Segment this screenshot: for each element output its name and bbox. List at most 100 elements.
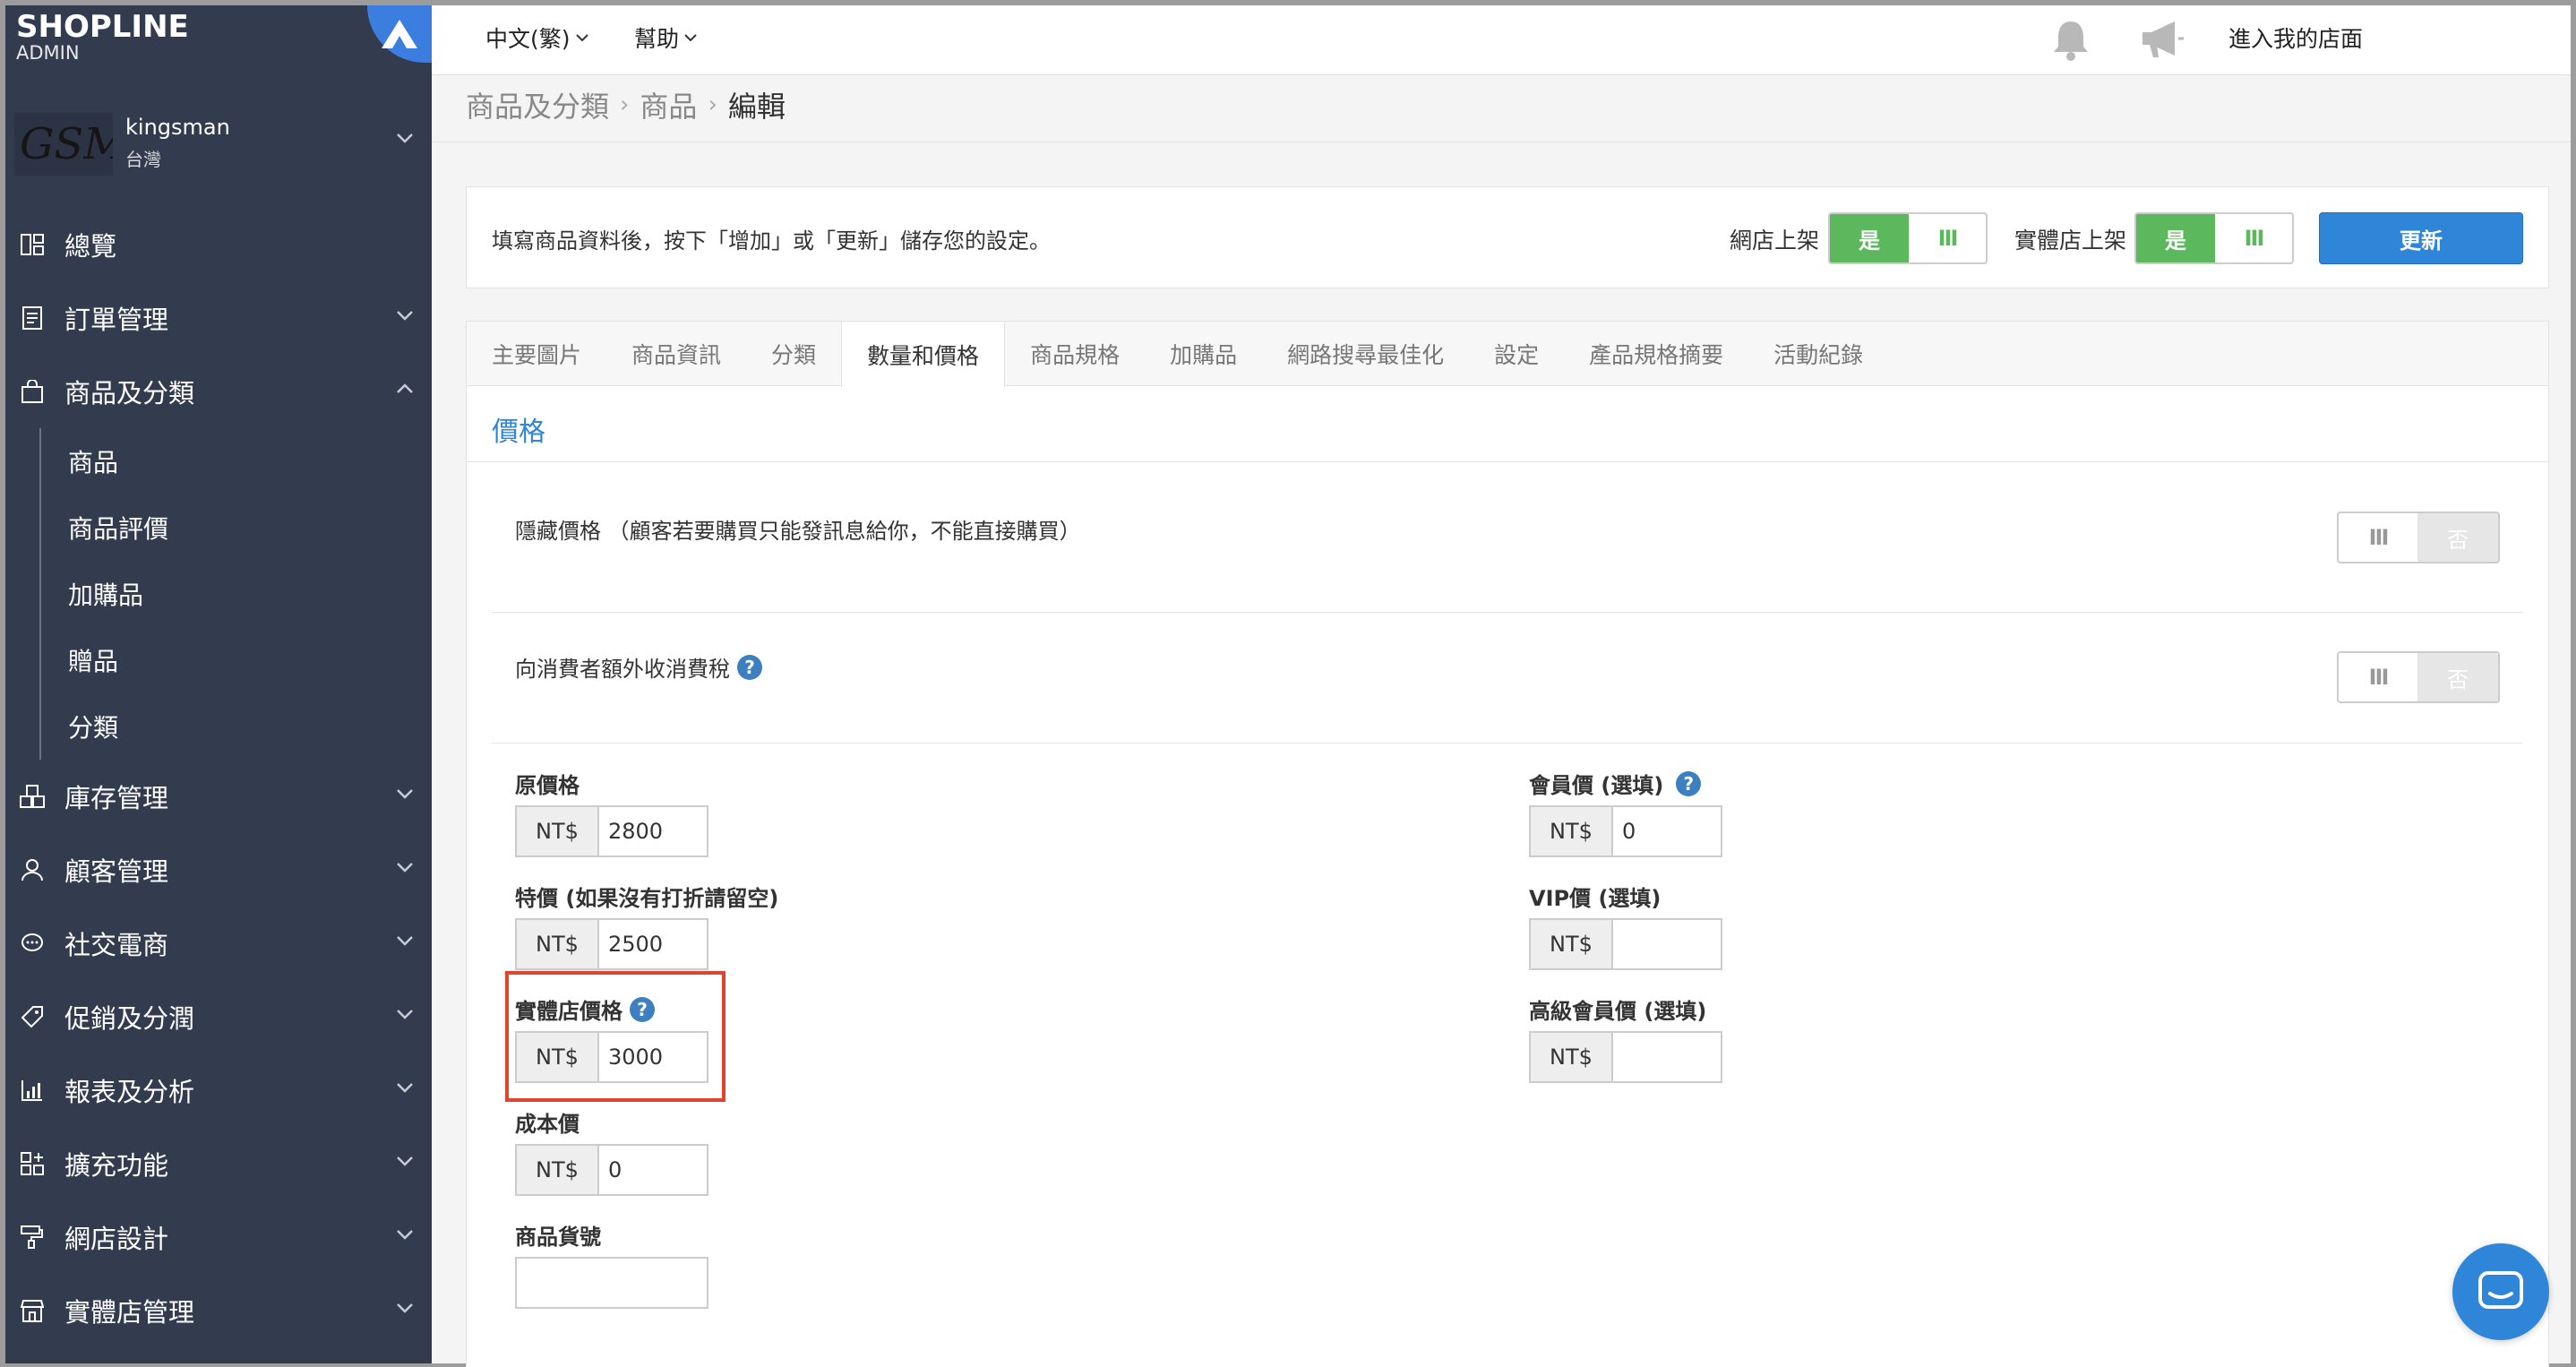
customer-icon bbox=[20, 857, 45, 882]
megaphone-icon[interactable] bbox=[2139, 18, 2185, 61]
bell-icon[interactable] bbox=[2051, 18, 2091, 63]
chevron-down-icon bbox=[397, 789, 413, 799]
brand-logo[interactable]: SHOPLINE ADMIN bbox=[16, 11, 189, 63]
currency-addon: NT$ bbox=[517, 920, 599, 968]
sidebar-item-label: 訂單管理 bbox=[64, 305, 169, 335]
chevron-down-icon bbox=[397, 1303, 413, 1313]
sidebar-item-design[interactable]: 網店設計 bbox=[5, 1200, 432, 1274]
bag-icon bbox=[20, 379, 45, 404]
tab-seo[interactable]: 網路搜尋最佳化 bbox=[1262, 322, 1469, 386]
tab-activity-log[interactable]: 活動紀錄 bbox=[1748, 322, 1888, 386]
original-price-input[interactable]: NT$ 2800 bbox=[515, 805, 708, 857]
cost-price-input[interactable]: NT$ 0 bbox=[515, 1144, 708, 1196]
tab-spec-summary[interactable]: 產品規格摘要 bbox=[1564, 322, 1748, 386]
chat-bubble-icon bbox=[20, 931, 45, 956]
tab-variations[interactable]: 商品規格 bbox=[1005, 322, 1145, 386]
help-label: 幫助 bbox=[634, 26, 680, 52]
sidebar-item-inventory[interactable]: 庫存管理 bbox=[5, 760, 432, 833]
premium-price-input[interactable]: NT$ bbox=[1529, 1031, 1722, 1083]
sidebar-item-customers[interactable]: 顧客管理 bbox=[5, 833, 432, 907]
report-icon bbox=[20, 1078, 45, 1103]
breadcrumb-products-categories[interactable]: 商品及分類 bbox=[466, 84, 609, 125]
help-icon[interactable]: ? bbox=[737, 654, 762, 680]
account-region: 台灣 bbox=[125, 149, 161, 170]
tab-addons[interactable]: 加購品 bbox=[1145, 322, 1262, 386]
toggle-handle-icon: III bbox=[1937, 226, 1959, 251]
sidebar-item-label: 促銷及分潤 bbox=[64, 1003, 195, 1034]
breadcrumb-products[interactable]: 商品 bbox=[640, 84, 697, 125]
sidebar-item-retail-store[interactable]: 實體店管理 bbox=[5, 1274, 432, 1347]
language-selector[interactable]: 中文(繁) bbox=[485, 21, 588, 54]
vip-price-input[interactable]: NT$ bbox=[1529, 918, 1722, 970]
sidebar-item-reports[interactable]: 報表及分析 bbox=[5, 1053, 432, 1127]
sidebar-item-label: 網店設計 bbox=[64, 1224, 169, 1254]
sidebar-subitem-gifts[interactable]: 贈品 bbox=[41, 627, 432, 693]
vip-price-value[interactable] bbox=[1613, 920, 1721, 968]
chat-launcher-button[interactable] bbox=[2452, 1243, 2549, 1340]
cost-price-value[interactable]: 0 bbox=[599, 1146, 707, 1194]
topbar: 中文(繁) 幫助 進入我的店面 bbox=[432, 5, 2571, 75]
sku-input[interactable] bbox=[515, 1257, 708, 1309]
sidebar-subitem-categories[interactable]: 分類 bbox=[41, 693, 432, 760]
brand-name: SHOPLINE bbox=[16, 9, 189, 45]
sidebar-item-promotions[interactable]: 促銷及分潤 bbox=[5, 980, 432, 1053]
sidebar-item-label: 顧客管理 bbox=[64, 856, 169, 887]
breadcrumb-separator-icon: › bbox=[620, 91, 630, 118]
chevron-down-icon bbox=[397, 863, 413, 873]
help-icon[interactable]: ? bbox=[1676, 770, 1702, 796]
sidebar-item-apps[interactable]: 擴充功能 bbox=[5, 1127, 432, 1200]
tax-toggle[interactable]: III 否 bbox=[2337, 651, 2500, 703]
account-switcher[interactable]: GSM kingsman 台灣 bbox=[5, 104, 432, 185]
help-menu[interactable]: 幫助 bbox=[634, 21, 697, 54]
tab-main-images[interactable]: 主要圖片 bbox=[467, 322, 606, 386]
visit-store-link[interactable]: 進入我的店面 bbox=[2228, 21, 2363, 54]
toggle-yes: 是 bbox=[1830, 214, 1909, 262]
sidebar-subitem-products[interactable]: 商品 bbox=[41, 428, 432, 494]
currency-addon: NT$ bbox=[517, 807, 599, 855]
update-button[interactable]: 更新 bbox=[2319, 212, 2523, 264]
sale-price-label: 特價 (如果沒有打折請留空) bbox=[515, 886, 779, 911]
tab-quantity-price[interactable]: 數量和價格 bbox=[841, 322, 1006, 387]
premium-price-value[interactable] bbox=[1613, 1033, 1721, 1081]
sale-price-value[interactable]: 2500 bbox=[599, 920, 707, 968]
store-icon bbox=[20, 1298, 45, 1323]
sidebar-subitem-reviews[interactable]: 商品評價 bbox=[41, 494, 432, 561]
language-label: 中文(繁) bbox=[485, 26, 571, 52]
online-publish-toggle[interactable]: 是 III bbox=[1828, 212, 1988, 264]
sidebar-item-social[interactable]: 社交電商 bbox=[5, 907, 432, 980]
chevron-down-icon bbox=[397, 1083, 413, 1093]
tab-settings[interactable]: 設定 bbox=[1469, 322, 1564, 386]
currency-addon: NT$ bbox=[1531, 807, 1613, 855]
sidebar-item-label: 庫存管理 bbox=[64, 783, 169, 813]
currency-addon: NT$ bbox=[517, 1146, 599, 1194]
cost-price-label: 成本價 bbox=[515, 1112, 580, 1137]
breadcrumb-current: 編輯 bbox=[727, 90, 786, 124]
sidebar-item-label: 社交電商 bbox=[64, 930, 169, 960]
sidebar-item-overview[interactable]: 總覽 bbox=[5, 208, 432, 281]
retail-publish-toggle[interactable]: 是 III bbox=[2134, 212, 2294, 264]
highlight-box bbox=[505, 971, 726, 1102]
member-price-label-row: 會員價 (選填) ? bbox=[1529, 768, 1702, 799]
publish-bar: 填寫商品資料後，按下「增加」或「更新」儲存您的設定。 網店上架 是 III 實體… bbox=[466, 186, 2549, 288]
sidebar-subitem-addons[interactable]: 加購品 bbox=[41, 561, 432, 627]
tab-categories[interactable]: 分類 bbox=[746, 322, 841, 386]
divider bbox=[492, 743, 2523, 744]
sidebar-item-orders[interactable]: 訂單管理 bbox=[5, 281, 432, 355]
paint-roller-icon bbox=[20, 1225, 45, 1250]
divider bbox=[467, 461, 2548, 462]
member-price-value[interactable]: 0 bbox=[1613, 807, 1721, 855]
chevron-down-icon bbox=[397, 1010, 413, 1019]
sidebar-item-products[interactable]: 商品及分類 bbox=[5, 355, 432, 428]
breadcrumb-separator-icon: › bbox=[708, 91, 717, 118]
member-price-input[interactable]: NT$ 0 bbox=[1529, 805, 1722, 857]
chevron-down-icon bbox=[397, 936, 413, 946]
sidebar-item-label: 商品及分類 bbox=[64, 378, 195, 408]
original-price-value[interactable]: 2800 bbox=[599, 807, 707, 855]
premium-price-label: 高級會員價 (選填) bbox=[1529, 999, 1707, 1024]
apps-icon bbox=[20, 1151, 45, 1176]
divider bbox=[492, 612, 2523, 613]
hide-price-toggle[interactable]: III 否 bbox=[2337, 512, 2500, 563]
tab-product-info[interactable]: 商品資訊 bbox=[606, 322, 746, 386]
sale-price-input[interactable]: NT$ 2500 bbox=[515, 918, 708, 970]
online-publish-label: 網店上架 bbox=[1730, 228, 1820, 254]
